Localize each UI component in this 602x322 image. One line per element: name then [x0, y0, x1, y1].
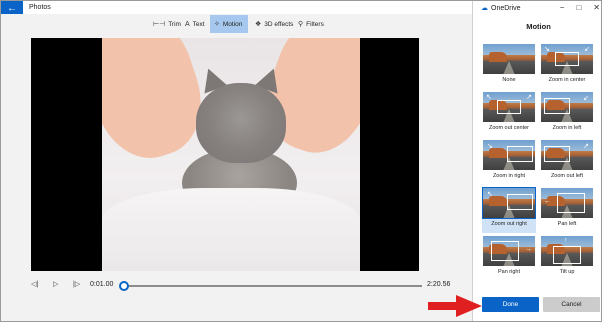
trim-icon: ⊢⊣	[153, 21, 166, 28]
maximize-icon[interactable]: □	[576, 3, 581, 12]
onedrive-label: OneDrive	[491, 4, 521, 12]
option-label: Tilt up	[559, 269, 575, 275]
motion-label: Motion	[222, 20, 243, 28]
option-thumbnail: ←	[541, 188, 593, 218]
3d-effects-label: 3D effects	[264, 20, 294, 28]
motion-option-none[interactable]: None	[482, 43, 536, 89]
back-arrow-icon: ←	[7, 3, 17, 14]
option-label: Pan left	[557, 221, 577, 227]
editor-toolbar: ⊢⊣ Trim A Text ✧ Motion ❖ 3D effects ⚲ F…	[1, 14, 472, 34]
playback-controls: ◁| ▷ |▷ 0:01.00 2:20.56	[1, 277, 472, 295]
motion-option-zoom-in-right[interactable]: ↘ Zoom in right	[482, 139, 536, 185]
close-icon[interactable]: ✕	[593, 3, 600, 12]
motion-option-tilt-up[interactable]: ↑ Tilt up	[540, 235, 594, 281]
motion-option-pan-left[interactable]: ← Pan left	[540, 187, 594, 233]
3d-effects-button[interactable]: ❖ 3D effects	[251, 15, 297, 33]
option-label: Zoom out center	[488, 125, 530, 131]
text-icon: A	[185, 20, 190, 28]
option-thumbnail: ↑	[541, 236, 593, 266]
motion-icon: ✧	[214, 21, 220, 28]
option-thumbnail: ↖ ↗	[483, 92, 535, 122]
cancel-button[interactable]: Cancel	[543, 297, 600, 312]
filters-icon: ⚲	[298, 21, 304, 28]
option-label: Pan right	[497, 269, 520, 275]
option-thumbnail: ↙	[541, 92, 593, 122]
play-icon[interactable]: ▷	[53, 280, 58, 288]
seek-bar-thumb[interactable]	[118, 281, 129, 291]
text-button[interactable]: A Text	[181, 15, 209, 33]
panel-app-name: ☁ OneDrive	[481, 4, 521, 13]
done-button[interactable]: Done	[482, 297, 539, 312]
current-time: 0:01.00	[90, 281, 114, 288]
filters-button[interactable]: ⚲ Filters	[294, 15, 328, 33]
option-thumbnail: ↖	[482, 187, 536, 219]
option-thumbnail: ↘ ↙	[541, 44, 593, 74]
seek-bar[interactable]	[118, 281, 422, 291]
motion-option-zoom-in-center[interactable]: ↘ ↙ Zoom in center	[540, 43, 594, 89]
motion-option-zoom-out-right[interactable]: ↖ Zoom out right	[482, 187, 536, 233]
filters-label: Filters	[306, 20, 324, 28]
next-frame-icon[interactable]: |▷	[73, 280, 80, 288]
option-label: Zoom in center	[548, 77, 586, 83]
window-controls: − □ ✕	[560, 3, 600, 12]
option-label: Zoom out left	[550, 173, 584, 179]
total-time: 2:20.56	[427, 281, 451, 288]
text-label: Text	[192, 20, 205, 28]
panel-title-bar: ☁ OneDrive − □ ✕	[473, 1, 601, 17]
option-thumbnail: ↘	[483, 140, 535, 170]
kitten-video-frame	[102, 38, 360, 271]
app-title: Photos	[29, 4, 51, 11]
option-label: Zoom in left	[552, 125, 582, 131]
onedrive-icon: ☁	[481, 5, 488, 12]
motion-option-zoom-out-center[interactable]: ↖ ↗ Zoom out center	[482, 91, 536, 137]
kitten-head-image	[196, 83, 286, 163]
3d-effects-icon: ❖	[255, 21, 262, 28]
blanket-image	[102, 188, 360, 271]
arrow-shaft	[428, 302, 460, 310]
trim-button[interactable]: ⊢⊣ Trim	[149, 15, 185, 33]
option-thumbnail: ↗	[541, 140, 593, 170]
motion-panel: ☁ OneDrive − □ ✕ Motion None ↘ ↙ Zoom in …	[472, 1, 601, 321]
motion-option-pan-right[interactable]: → Pan right	[482, 235, 536, 281]
minimize-icon[interactable]: −	[560, 3, 565, 12]
motion-option-zoom-in-left[interactable]: ↙ Zoom in left	[540, 91, 594, 137]
red-annotation-arrow-icon	[428, 295, 482, 317]
photos-window: ← Photos ⊢⊣ Trim A Text ✧ Motion ❖ 3D ef…	[0, 0, 602, 322]
panel-footer: Done Cancel	[482, 297, 600, 312]
previous-frame-icon[interactable]: ◁|	[31, 280, 38, 288]
option-label: Zoom out right	[491, 221, 527, 227]
trim-label: Trim	[168, 20, 181, 28]
option-thumbnail: →	[483, 236, 535, 266]
option-label: Zoom in right	[492, 173, 526, 179]
arrow-head	[456, 295, 482, 317]
motion-button[interactable]: ✧ Motion	[210, 15, 248, 33]
panel-title: Motion	[526, 22, 551, 31]
motion-option-zoom-out-left[interactable]: ↗ Zoom out left	[540, 139, 594, 185]
option-thumbnail	[483, 44, 535, 74]
option-label: None	[502, 77, 516, 83]
